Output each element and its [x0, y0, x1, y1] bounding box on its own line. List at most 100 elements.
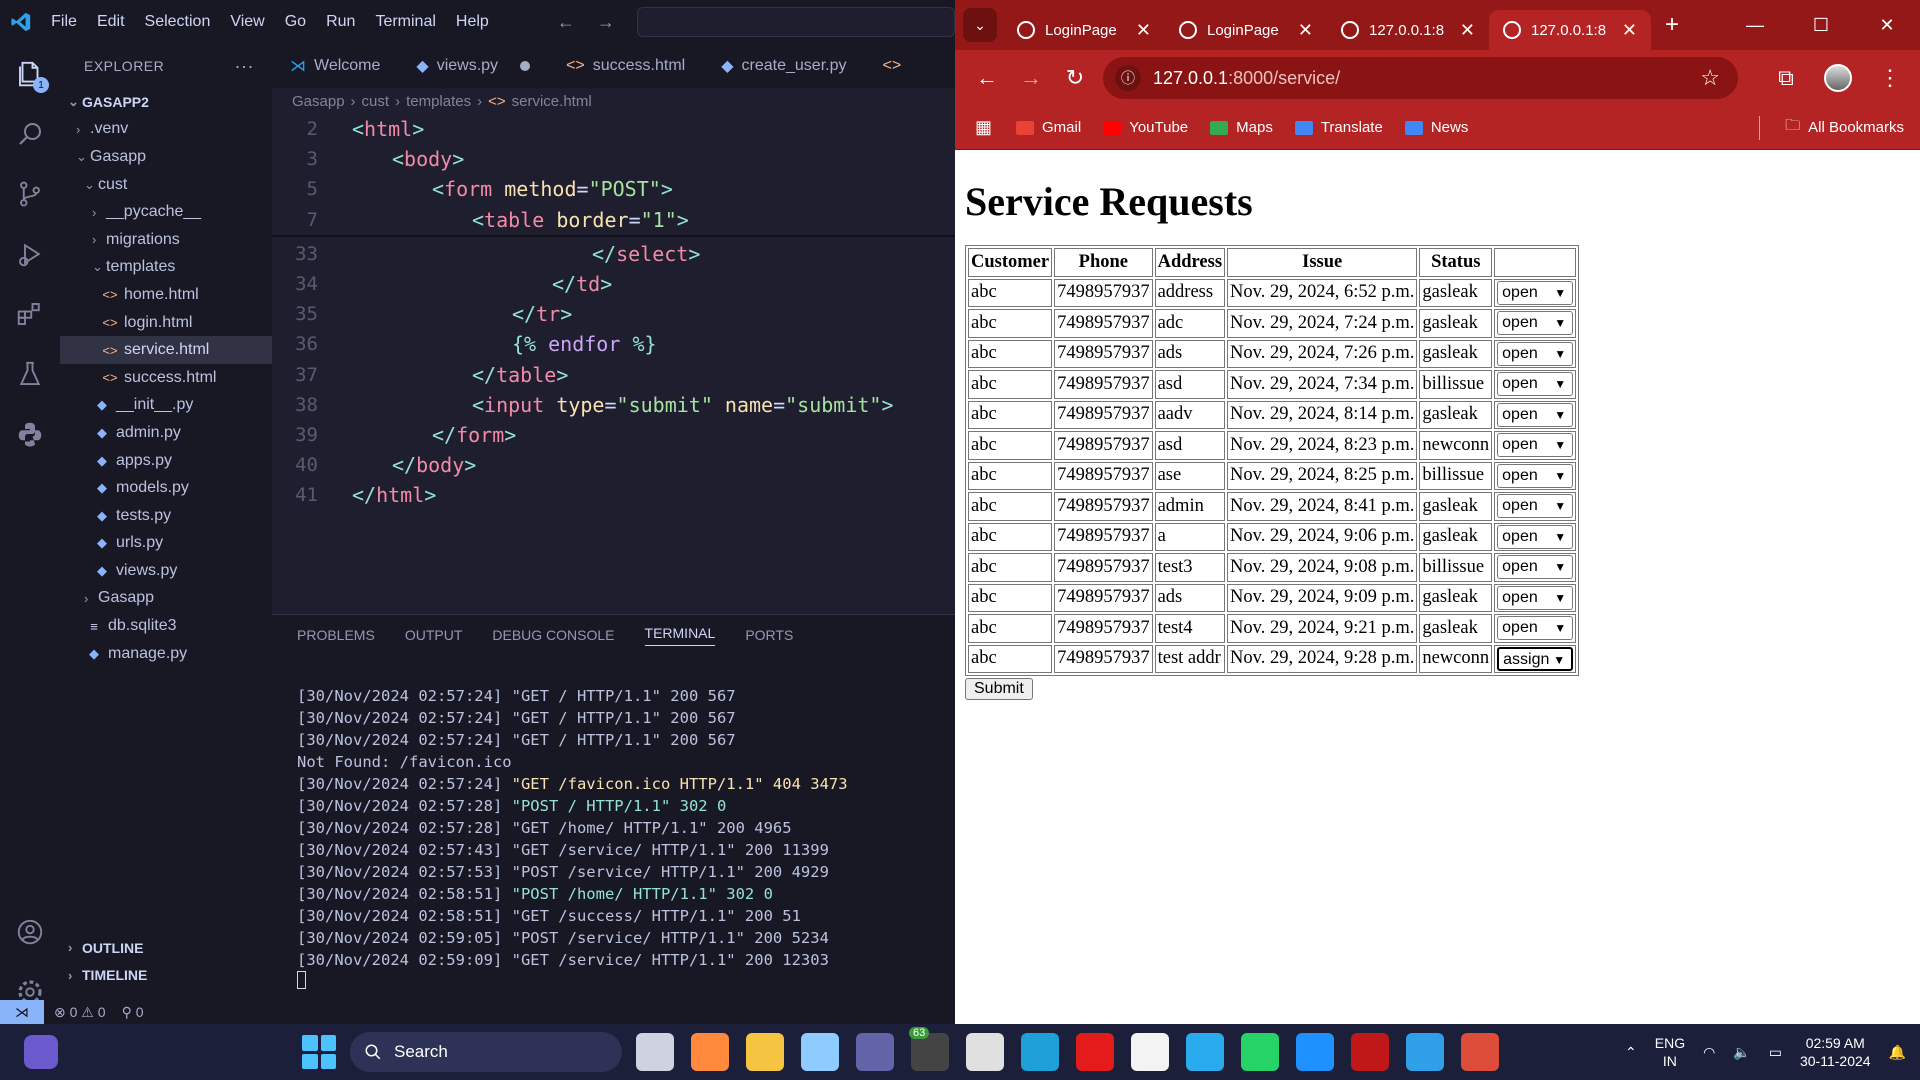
status-select[interactable]: open ▼	[1497, 402, 1574, 427]
tree-item-gasapp2[interactable]: ⌄ GASAPP2	[60, 88, 272, 116]
extensions-puzzle-icon[interactable]: ⧉	[1764, 65, 1808, 91]
bookmark-star-icon[interactable]: ☆	[1700, 65, 1720, 91]
html-icon[interactable]: <>	[488, 93, 506, 110]
extensions-icon[interactable]	[0, 284, 60, 344]
status-select[interactable]: open ▼	[1497, 280, 1574, 305]
editor-tab[interactable]: <> success.html	[548, 44, 703, 88]
taskbar-search[interactable]: Search	[350, 1032, 622, 1072]
timeline-section[interactable]: › TIMELINE	[60, 962, 272, 990]
app-badge-icon[interactable]: 63	[909, 1027, 949, 1071]
bookmark-gmail[interactable]: Gmail	[1016, 119, 1081, 136]
menu-file[interactable]: File	[41, 13, 87, 31]
status-select[interactable]: assign ▼	[1497, 646, 1574, 671]
tree-item--venv[interactable]: › .venv	[60, 116, 272, 144]
browser-tab[interactable]: LoginPage ✕	[1165, 10, 1327, 50]
tree-item-migrations[interactable]: › migrations	[60, 226, 272, 254]
address-bar[interactable]: ⓘ 127.0.0.1:8000/service/ ☆	[1103, 57, 1738, 99]
teams-icon[interactable]	[856, 1033, 894, 1071]
editor-tab[interactable]: ◆ create_user.py	[703, 44, 864, 88]
minimize-icon[interactable]: —	[1722, 15, 1788, 36]
tree-item--init-py[interactable]: ◆ __init__.py	[60, 392, 272, 420]
apps-grid-icon[interactable]: ▦	[975, 117, 992, 138]
tree-item-service-html[interactable]: <> service.html	[60, 336, 272, 364]
status-select[interactable]: open ▼	[1497, 341, 1574, 366]
problems-status[interactable]: ⊗ 0 ⚠ 0	[54, 1004, 106, 1021]
tab-search-icon[interactable]: ⌄	[963, 8, 997, 42]
menu-edit[interactable]: Edit	[87, 13, 135, 31]
chrome-menu-icon[interactable]: ⋮	[1868, 65, 1912, 91]
wifi-icon[interactable]: ◠	[1703, 1044, 1715, 1061]
command-center[interactable]	[636, 7, 955, 37]
status-select[interactable]: open ▼	[1497, 524, 1574, 549]
forward-icon[interactable]: →	[1009, 65, 1053, 91]
back-icon[interactable]: ←	[965, 65, 1009, 91]
search-icon[interactable]	[0, 104, 60, 164]
panel-tab-output[interactable]: OUTPUT	[405, 627, 463, 643]
panel-tab-ports[interactable]: PORTS	[745, 627, 793, 643]
explorer-icon[interactable]: 1	[0, 44, 60, 104]
tree-item-admin-py[interactable]: ◆ admin.py	[60, 419, 272, 447]
menu-help[interactable]: Help	[446, 13, 499, 31]
close-window-icon[interactable]: ✕	[1854, 15, 1920, 36]
status-select[interactable]: open ▼	[1497, 555, 1574, 580]
store-icon[interactable]	[1131, 1033, 1169, 1071]
opera-icon[interactable]	[1076, 1033, 1114, 1071]
language-indicator[interactable]: ENG IN	[1655, 1034, 1685, 1070]
tree-item-login-html[interactable]: <> login.html	[60, 309, 272, 337]
tree-item-models-py[interactable]: ◆ models.py	[60, 474, 272, 502]
back-arrow-icon[interactable]: ←	[557, 12, 575, 33]
status-select[interactable]: open ▼	[1497, 463, 1574, 488]
chrome-taskbar-icon[interactable]	[1461, 1033, 1499, 1071]
whatsapp-icon[interactable]	[1241, 1033, 1279, 1071]
telegram-icon[interactable]	[1186, 1033, 1224, 1071]
status-select[interactable]: open ▼	[1497, 311, 1574, 336]
remote-icon[interactable]: ⋊	[0, 1000, 44, 1024]
menu-view[interactable]: View	[220, 13, 274, 31]
bookmark-youtube[interactable]: YouTube	[1103, 119, 1188, 136]
tree-item-db-sqlite3[interactable]: ≡ db.sqlite3	[60, 612, 272, 640]
volume-icon[interactable]: 🔈	[1733, 1044, 1750, 1061]
outline-section[interactable]: › OUTLINE	[60, 934, 272, 962]
source-control-icon[interactable]	[0, 164, 60, 224]
tree-item-views-py[interactable]: ◆ views.py	[60, 557, 272, 585]
browser-tab[interactable]: 127.0.0.1:8 ✕	[1489, 10, 1651, 50]
submit-button[interactable]: Submit	[965, 678, 1033, 700]
copilot-icon[interactable]	[691, 1033, 729, 1071]
tree-item-home-html[interactable]: <> home.html	[60, 281, 272, 309]
editor-tab[interactable]: ◆ views.py	[398, 44, 548, 88]
tree-item-apps-py[interactable]: ◆ apps.py	[60, 447, 272, 475]
bookmark-maps[interactable]: Maps	[1210, 119, 1273, 136]
breadcrumb-item[interactable]: Gasapp	[292, 93, 345, 110]
tree-item-manage-py[interactable]: ◆ manage.py	[60, 640, 272, 668]
run-debug-icon[interactable]	[0, 224, 60, 284]
mcafee-icon[interactable]	[1351, 1033, 1389, 1071]
all-bookmarks-button[interactable]: 🗀 All Bookmarks	[1785, 115, 1904, 140]
profile-avatar[interactable]	[1824, 64, 1852, 92]
browser-tab[interactable]: LoginPage ✕	[1003, 10, 1165, 50]
editor-tab[interactable]: <>	[864, 44, 919, 88]
menu-terminal[interactable]: Terminal	[365, 13, 445, 31]
editor-tab[interactable]: ⋊ Welcome	[272, 44, 398, 88]
tree-item-cust[interactable]: ⌄ cust	[60, 171, 272, 199]
terminal-output[interactable]: [30/Nov/2024 02:57:24] "GET / HTTP/1.1" …	[272, 655, 955, 995]
tree-item-gasapp[interactable]: ⌄ Gasapp	[60, 143, 272, 171]
clock[interactable]: 02:59 AM 30-11-2024	[1800, 1034, 1871, 1070]
notepad-icon[interactable]	[801, 1033, 839, 1071]
panel-tab-debug-console[interactable]: DEBUG CONSOLE	[492, 627, 614, 643]
status-select[interactable]: open ▼	[1497, 372, 1574, 397]
tree-item-success-html[interactable]: <> success.html	[60, 364, 272, 392]
file-explorer-icon[interactable]	[746, 1033, 784, 1071]
notifications-bell-icon[interactable]: 🔔	[1889, 1044, 1906, 1061]
chevron-up-icon[interactable]: ⌃	[1625, 1044, 1637, 1061]
panel-tab-problems[interactable]: PROBLEMS	[297, 627, 375, 643]
status-select[interactable]: open ▼	[1497, 433, 1574, 458]
menu-selection[interactable]: Selection	[135, 13, 221, 31]
menu-go[interactable]: Go	[275, 13, 316, 31]
vscode-taskbar-icon[interactable]	[1406, 1033, 1444, 1071]
close-tab-icon[interactable]: ✕	[1298, 20, 1313, 41]
maximize-icon[interactable]: ☐	[1788, 15, 1854, 36]
battery-icon[interactable]: ▭	[1769, 1044, 1782, 1061]
widgets-icon[interactable]	[24, 1035, 58, 1069]
panel-tab-terminal[interactable]: TERMINAL	[644, 625, 716, 646]
python-icon[interactable]	[0, 404, 60, 464]
